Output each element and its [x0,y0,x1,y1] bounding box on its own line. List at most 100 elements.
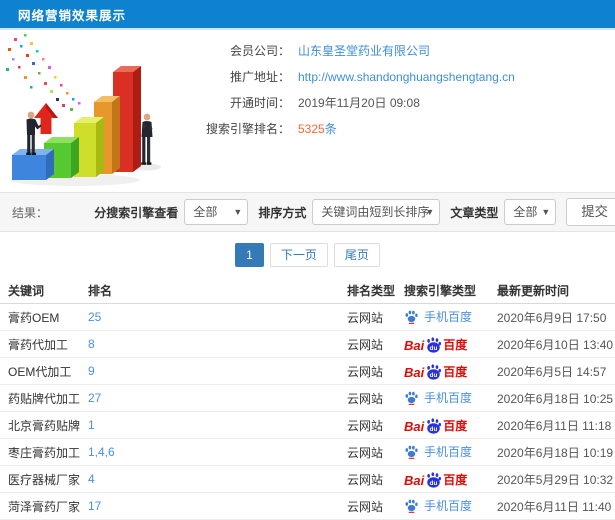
company-link[interactable]: 山东皇圣堂药业有限公司 [298,38,430,64]
updated-cell: 2020年5月29日 10:32 [497,472,614,487]
promo-url-row: 推广地址： http://www.shandonghuangshengtang.… [190,64,515,90]
pagination: 1 下一页 尾页 [0,232,615,278]
engine-label: 手机百度 [424,390,473,405]
baidu-paw-icon: du [425,363,442,380]
table-header-row: 关键词 排名 排名类型 搜索引擎类型 最新更新时间 [0,278,615,304]
rank-cell: 27 [88,391,347,405]
table-row: 枣庄膏药加工 1,4,6 云网站 手机百度 2020年6月18日 10:19 [0,439,615,466]
table-row: 菏泽膏药厂家 17 云网站 手机百度 2020年6月11日 11:40 [0,493,615,520]
engine-link[interactable]: Bai du 百度 [404,363,467,380]
engine-link[interactable]: 手机百度 [404,389,472,406]
article-type-label: 文章类型 [450,205,499,220]
baidu-paw-icon [404,444,419,459]
engine-link[interactable]: 手机百度 [404,308,472,325]
rank-cell: 1,4,6 [88,445,347,459]
svg-text:du: du [430,425,438,432]
updated-cell: 2020年6月10日 13:40 [497,337,614,352]
table-row: 北京膏药贴牌 1 云网站 Bai du 百度 2020年6月11日 11:18 [0,412,615,439]
open-time-label: 开通时间： [229,96,290,110]
info-section: 会员公司： 山东皇圣堂药业有限公司 推广地址： http://www.shand… [0,30,615,190]
page-title: 网络营销效果展示 [18,8,127,23]
rank-link[interactable]: 1 [88,418,95,432]
engine-link[interactable]: Bai du 百度 [404,417,467,434]
submit-button[interactable]: 提交 [566,198,615,226]
header-bar: 网络营销效果展示 [0,0,615,30]
open-time-row: 开通时间： 2019年11月20日 09:08 [190,90,515,116]
col-header-updated: 最新更新时间 [497,284,570,298]
engine-rank-row: 搜索引擎排名： 5325条 [190,116,515,142]
baidu-paw-icon [404,498,419,513]
baidu-logo-cn: 百度 [443,364,468,379]
filter-group: 分搜索引擎查看 全部 ▼ 排序方式 关键词由短到长排序 ▼ 文章类型 全部 ▼ … [84,198,615,226]
svg-text:du: du [430,344,438,351]
last-page-button[interactable]: 尾页 [333,243,380,267]
table-row: 膏药代加工 8 云网站 Bai du 百度 2020年6月10日 13:40 [0,331,615,358]
baidu-logo-cn: 百度 [443,472,468,487]
next-page-button[interactable]: 下一页 [269,243,328,267]
engine-link[interactable]: 手机百度 [404,443,472,460]
table-row: 药贴牌代加工 27 云网站 手机百度 2020年6月18日 10:25 [0,385,615,412]
engine-type-cell: 手机百度 [404,308,497,327]
rank-link[interactable]: 17 [88,499,101,513]
rank-link[interactable]: 9 [88,364,95,378]
company-row: 会员公司： 山东皇圣堂药业有限公司 [190,38,515,64]
rank-type-cell: 云网站 [347,472,384,487]
rank-link[interactable]: 8 [88,337,95,351]
updated-cell: 2020年6月18日 10:19 [497,445,614,460]
result-label: 结果： [12,205,49,220]
rank-cell: 25 [88,310,347,324]
filter-bar: 结果： 分搜索引擎查看 全部 ▼ 排序方式 关键词由短到长排序 ▼ 文章类型 全… [0,192,615,232]
engine-link[interactable]: 手机百度 [404,497,472,514]
baidu-logo-text: Bai [404,472,425,488]
confetti-dots [6,34,81,111]
page-1-button[interactable]: 1 [235,243,264,267]
baidu-paw-icon: du [425,336,442,353]
marketing-chart-illustration [0,30,190,190]
open-time-value: 2019年11月20日 09:08 [298,96,420,110]
engine-type-cell: Bai du 百度 [404,336,497,353]
baidu-logo-cn: 百度 [443,337,468,352]
rank-type-cell: 云网站 [347,364,384,379]
engine-type-cell: 手机百度 [404,389,497,408]
baidu-paw-icon: du [425,471,442,488]
rank-link[interactable]: 27 [88,391,101,405]
engine-type-cell: 手机百度 [404,497,497,516]
engine-filter-select[interactable]: 全部 ▼ [184,199,249,225]
rank-type-cell: 云网站 [347,499,384,514]
engine-rank-value: 5325条 [298,116,337,142]
rank-link[interactable]: 25 [88,310,101,324]
engine-link[interactable]: Bai du 百度 [404,471,467,488]
promo-url-link[interactable]: http://www.shandonghuangshengtang.cn [298,64,515,90]
engine-filter-label: 分搜索引擎查看 [94,205,179,220]
caret-down-icon: ▼ [541,207,551,217]
rank-link[interactable]: 1,4,6 [88,445,115,459]
table-row: 医疗器械厂家 4 云网站 Bai du 百度 2020年5月29日 10:32 [0,466,615,493]
col-header-rank-type: 排名类型 [347,284,396,298]
rank-link[interactable]: 4 [88,472,95,486]
member-info-fields: 会员公司： 山东皇圣堂药业有限公司 推广地址： http://www.shand… [190,30,515,190]
rank-type-cell: 云网站 [347,391,384,406]
sort-filter-value: 关键词由短到长排序 [321,205,430,219]
keyword-cell: 药贴牌代加工 [8,391,81,406]
updated-cell: 2020年6月11日 11:40 [497,499,612,514]
rank-unit: 条 [324,122,337,136]
rank-cell: 17 [88,499,347,513]
engine-link[interactable]: Bai du 百度 [404,336,467,353]
sort-filter-select[interactable]: 关键词由短到长排序 ▼ [312,199,441,225]
engine-type-cell: 手机百度 [404,443,497,462]
bar-chart-growth-image [6,34,161,186]
rank-cell: 4 [88,472,347,486]
engine-label: 手机百度 [424,309,473,324]
engine-filter-value: 全部 [193,205,218,219]
baidu-logo-text: Bai [404,418,425,434]
baidu-logo-text: Bai [404,364,425,380]
rank-count: 5325 [298,122,325,136]
updated-cell: 2020年6月9日 17:50 [497,310,607,325]
article-type-value: 全部 [513,205,538,219]
updated-cell: 2020年6月18日 10:25 [497,391,614,406]
article-type-select[interactable]: 全部 ▼ [504,199,557,225]
company-label: 会员公司： [229,44,290,58]
rank-type-cell: 云网站 [347,337,384,352]
table-row: OEM代加工 9 云网站 Bai du 百度 2020年6月5日 14:57 [0,358,615,385]
keyword-cell: OEM代加工 [8,364,72,379]
